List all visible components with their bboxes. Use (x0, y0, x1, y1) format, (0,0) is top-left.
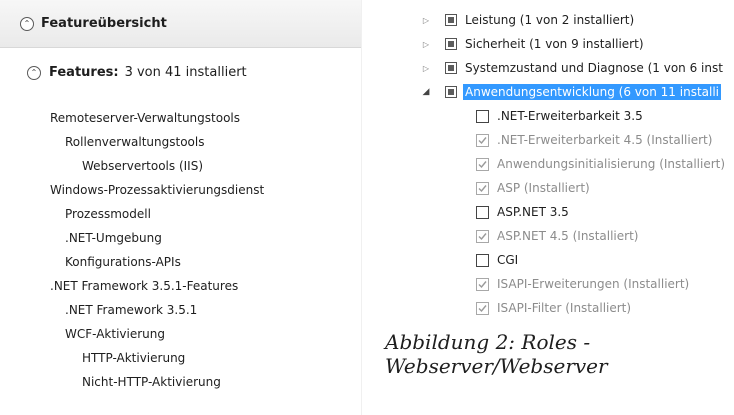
section-title: Featureübersicht (41, 16, 167, 31)
tree-group-app-development[interactable]: ◢ Anwendungsentwicklung (6 von 11 instal… (421, 81, 722, 103)
partial-checkbox[interactable] (445, 14, 457, 26)
tree-item-label: ISAPI-Filter (Installiert) (497, 301, 632, 315)
tree-item-label: ASP.NET 4.5 (Installiert) (497, 229, 639, 243)
tree-item-label: ASP.NET 3.5 (497, 205, 569, 219)
tree-item-net-ext-45: .NET-Erweiterbarkeit 4.5 (Installiert) (476, 129, 712, 151)
tree-group-label-selected: Anwendungsentwicklung (6 von 11 installi (463, 84, 722, 100)
tree-group-health-diagnostics[interactable]: ▷ Systemzustand und Diagnose (1 von 6 in… (421, 57, 723, 79)
tree-item-label: ASP (Installiert) (497, 181, 590, 195)
tree-item-cgi[interactable]: CGI (476, 249, 518, 271)
checkbox-checked-disabled (476, 157, 489, 171)
tree-item-aspnet-35[interactable]: ASP.NET 3.5 (476, 201, 569, 223)
tree-item-net-ext-35[interactable]: .NET-Erweiterbarkeit 3.5 (476, 105, 643, 127)
tree-item-isapi-filter: ISAPI-Filter (Installiert) (476, 297, 631, 319)
feature-item-webserver-tools: Webservertools (IIS) (82, 159, 203, 173)
checkbox[interactable] (476, 109, 489, 123)
tree-item-label: CGI (497, 253, 519, 267)
feature-item-net-environment: .NET-Umgebung (65, 231, 162, 245)
caption-line-1: Abbildung 2: Roles - (385, 330, 591, 354)
feature-overview-header[interactable]: ⌃ Featureübersicht (0, 0, 362, 48)
tree-item-label: Anwendungsinitialisierung (Installiert) (497, 157, 726, 171)
collapse-section-icon[interactable]: ⌃ (20, 16, 34, 31)
tree-item-label: ISAPI-Erweiterungen (Installiert) (497, 277, 690, 291)
tree-group-security[interactable]: ▷ Sicherheit (1 von 9 installiert) (421, 33, 644, 55)
feature-item-role-admin-tools: Rollenverwaltungstools (65, 135, 205, 149)
checkbox-checked-disabled (476, 301, 489, 315)
checkbox-checked-disabled (476, 181, 489, 195)
collapse-arrow-icon[interactable]: ◢ (421, 87, 431, 97)
partial-checkbox[interactable] (445, 62, 457, 74)
tree-group-label: Systemzustand und Diagnose (1 von 6 inst (465, 61, 723, 75)
expand-arrow-icon[interactable]: ▷ (421, 16, 431, 25)
caption-line-2: Webserver/Webserver (385, 354, 608, 378)
tree-item-app-init: Anwendungsinitialisierung (Installiert) (476, 153, 725, 175)
expand-arrow-icon[interactable]: ▷ (421, 64, 431, 73)
tree-item-aspnet-45: ASP.NET 4.5 (Installiert) (476, 225, 638, 247)
tree-item-isapi-ext: ISAPI-Erweiterungen (Installiert) (476, 273, 689, 295)
feature-item-wcf-activation: WCF-Aktivierung (65, 327, 165, 341)
collapse-features-icon[interactable]: ⌃ (27, 65, 41, 80)
checkbox-checked-disabled (476, 133, 489, 147)
tree-group-label: Sicherheit (1 von 9 installiert) (465, 37, 644, 51)
checkbox-checked-disabled (476, 229, 489, 243)
feature-item-net351-features: .NET Framework 3.5.1-Features (50, 279, 239, 293)
feature-item-config-apis: Konfigurations-APIs (65, 255, 181, 269)
features-label: Features: (49, 65, 119, 80)
tree-group-label: Leistung (1 von 2 installiert) (465, 13, 635, 27)
feature-item-was: Windows-Prozessaktivierungsdienst (50, 183, 265, 197)
features-summary: ⌃ Features: 3 von 41 installiert (27, 65, 247, 80)
figure-caption: Abbildung 2: Roles - Webserver/Webserver (385, 330, 715, 378)
tree-item-asp: ASP (Installiert) (476, 177, 590, 199)
feature-item-net351: .NET Framework 3.5.1 (65, 303, 198, 317)
partial-checkbox[interactable] (445, 86, 457, 98)
checkbox[interactable] (476, 253, 489, 267)
feature-item-remote-admin-tools: Remoteserver-Verwaltungstools (50, 111, 241, 125)
features-count: 3 von 41 installiert (124, 65, 247, 80)
feature-item-non-http-activation: Nicht-HTTP-Aktivierung (82, 375, 221, 389)
feature-overview-panel: ⌃ Featureübersicht ⌃ Features: 3 von 41 … (0, 0, 362, 415)
checkbox[interactable] (476, 205, 489, 219)
expand-arrow-icon[interactable]: ▷ (421, 40, 431, 49)
tree-group-performance[interactable]: ▷ Leistung (1 von 2 installiert) (421, 9, 634, 31)
feature-item-http-activation: HTTP-Aktivierung (82, 351, 186, 365)
checkbox-checked-disabled (476, 277, 489, 291)
tree-item-label: .NET-Erweiterbarkeit 3.5 (497, 109, 643, 123)
partial-checkbox[interactable] (445, 38, 457, 50)
tree-item-label: .NET-Erweiterbarkeit 4.5 (Installiert) (497, 133, 713, 147)
feature-item-process-model: Prozessmodell (65, 207, 151, 221)
